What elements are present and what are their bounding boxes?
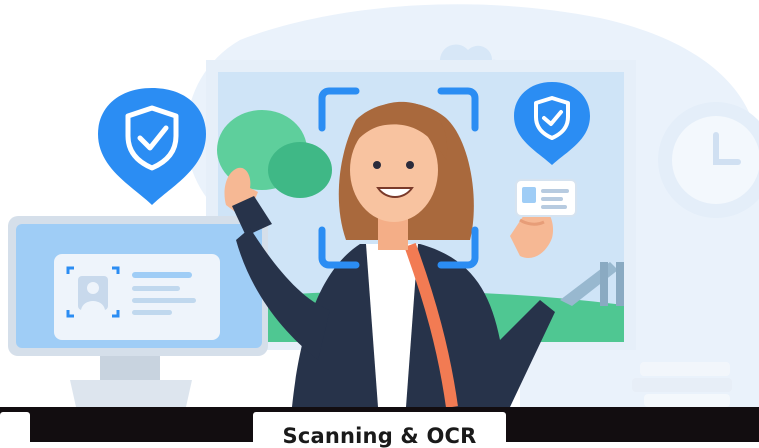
id-card-on-screen: [54, 254, 220, 340]
tab-scanning-ocr[interactable]: Scanning & OCR: [253, 412, 506, 448]
tab-left-partial[interactable]: [0, 412, 30, 442]
id-card-in-hand: [515, 179, 577, 217]
illustration-scene: [0, 0, 759, 442]
books-stack: [632, 362, 732, 407]
shield-check-icon: [98, 88, 206, 205]
monitor: [8, 216, 268, 407]
tab-label: Scanning & OCR: [282, 424, 477, 448]
